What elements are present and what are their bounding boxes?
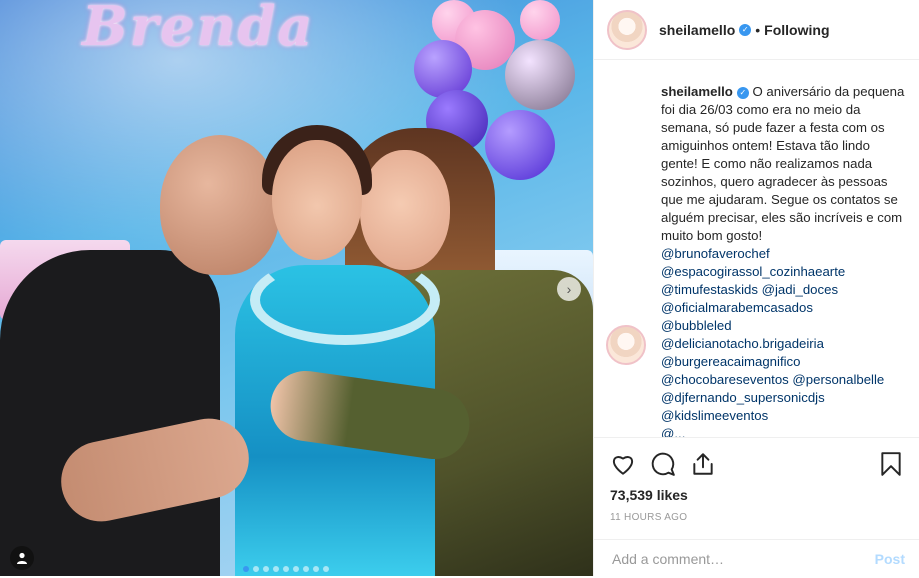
caption-mention-link[interactable]: @chocobareseventos @personalbelle	[661, 371, 906, 389]
verified-badge-icon: ✓	[736, 86, 749, 99]
comment-input[interactable]	[610, 550, 869, 568]
share-icon	[693, 453, 713, 475]
action-icons	[610, 451, 716, 477]
header-username[interactable]: sheilamello	[659, 22, 735, 38]
carousel-dot	[253, 566, 259, 572]
carousel-dot	[263, 566, 269, 572]
balloon	[520, 0, 560, 40]
instagram-post: Brenda › sheilamello ✓ • Following sheil…	[0, 0, 919, 576]
bookmark-icon	[881, 452, 901, 476]
follow-status-button[interactable]: Following	[764, 22, 829, 38]
caption-mention-link[interactable]: @bubbleled	[661, 317, 906, 335]
avatar[interactable]	[606, 325, 646, 365]
user-icon	[17, 552, 27, 564]
balloon	[505, 40, 575, 110]
carousel-dot	[243, 566, 249, 572]
caption-mention-link[interactable]: @timufestaskids @jadi_doces	[661, 281, 906, 299]
save-button[interactable]	[879, 451, 903, 482]
post-actions: 73,539 likes 11 HOURS AGO Post	[594, 437, 919, 577]
caption-mention-link[interactable]: @burgereacaimagnifico	[661, 353, 906, 371]
comment-button[interactable]	[650, 451, 676, 477]
caption-text: O aniversário da pequena foi dia 26/03 c…	[661, 84, 905, 243]
comments-area[interactable]: sheilamello ✓ O aniversário da pequena fo…	[594, 61, 919, 437]
woman-face	[360, 150, 450, 270]
post-comment-button[interactable]: Post	[869, 550, 911, 568]
post-photo[interactable]: Brenda ›	[0, 0, 593, 576]
likes-count[interactable]: 73,539 likes	[610, 487, 688, 503]
add-comment-bar: Post	[594, 539, 919, 578]
carousel-dot	[273, 566, 279, 572]
man-head	[160, 135, 280, 275]
caption-mention-link[interactable]: @djfernando_supersonicdjs	[661, 389, 906, 407]
caption-mention-link[interactable]: @kidslimeeventos	[661, 407, 906, 425]
header-separator: •	[755, 21, 761, 38]
carousel-dot	[303, 566, 309, 572]
balloon	[414, 40, 472, 98]
caption-mention-link[interactable]: @brunofaverochef	[661, 245, 906, 263]
caption-mentions: @brunofaverochef @espacogirassol_cozinhae…	[661, 245, 906, 437]
party-banner-name: Brenda	[82, 0, 315, 58]
caption-mention-link[interactable]: @oficialmarabemcasados	[661, 299, 906, 317]
carousel-dot	[283, 566, 289, 572]
comment-icon	[651, 452, 675, 476]
carousel-dot	[323, 566, 329, 572]
caption: sheilamello ✓ O aniversário da pequena fo…	[594, 61, 919, 437]
post-timestamp[interactable]: 11 HOURS AGO	[610, 512, 687, 523]
carousel-indicator	[243, 566, 329, 572]
girl-face	[272, 140, 362, 260]
balloon	[485, 110, 555, 180]
caption-mention-link[interactable]: @...	[661, 425, 906, 437]
carousel-next-button[interactable]: ›	[557, 277, 581, 301]
carousel-dot	[313, 566, 319, 572]
caption-body: sheilamello ✓ O aniversário da pequena fo…	[661, 83, 906, 437]
man-figure	[0, 250, 220, 576]
carousel-dot	[293, 566, 299, 572]
caption-mention-link[interactable]: @delicianotacho.brigadeiria	[661, 335, 906, 353]
post-side-panel: sheilamello ✓ • Following sheilamello ✓ O…	[593, 0, 919, 576]
girl-dress-collar	[250, 255, 440, 345]
caption-mention-link[interactable]: @espacogirassol_cozinhaearte	[661, 263, 906, 281]
heart-icon	[613, 456, 633, 475]
verified-badge-icon: ✓	[739, 23, 752, 36]
chevron-right-icon: ›	[566, 281, 572, 297]
tagged-users-button[interactable]	[10, 546, 34, 570]
caption-username[interactable]: sheilamello	[661, 84, 733, 99]
share-button[interactable]	[690, 451, 716, 477]
avatar[interactable]	[607, 9, 647, 50]
like-button[interactable]	[610, 451, 636, 477]
post-header: sheilamello ✓ • Following	[594, 0, 919, 60]
